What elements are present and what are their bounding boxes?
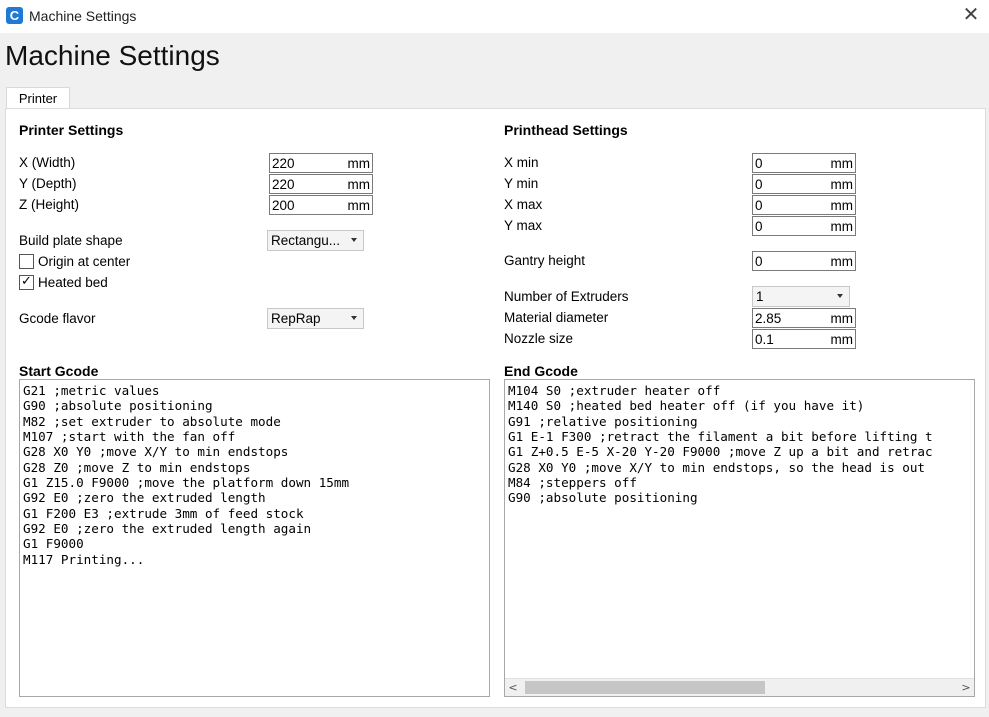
window-titlebar: C Machine Settings ✕	[0, 0, 989, 33]
z-height-field[interactable]: 200 mm	[269, 195, 373, 215]
material-diameter-unit: mm	[830, 311, 854, 326]
nozzle-size-field[interactable]: 0.1 mm	[752, 329, 856, 349]
y-min-unit: mm	[830, 177, 854, 192]
close-button[interactable]: ✕	[958, 4, 984, 28]
x-min-label: X min	[504, 155, 539, 170]
heated-bed-checkbox[interactable]: ✓	[19, 273, 34, 290]
gcode-line: M104 S0 ;extruder heater off	[508, 383, 721, 398]
gcode-line: G1 F9000	[23, 536, 84, 551]
number-of-extruders-label: Number of Extruders	[504, 289, 629, 304]
printhead-settings-title: Printhead Settings	[504, 122, 628, 138]
x-max-value: 0	[755, 198, 763, 213]
nozzle-size-value: 0.1	[755, 332, 774, 347]
gcode-line: G91 ;relative positioning	[508, 414, 698, 429]
y-depth-label: Y (Depth)	[19, 176, 77, 191]
end-gcode-title: End Gcode	[504, 363, 578, 379]
printer-settings-panel: Printer Settings X (Width) 220 mm Y (Dep…	[5, 108, 986, 708]
start-gcode-editor[interactable]: G21 ;metric values G90 ;absolute positio…	[19, 379, 490, 697]
gcode-line: M140 S0 ;heated bed heater off (if you h…	[508, 398, 865, 413]
build-plate-shape-value: Rectangu...	[271, 233, 341, 248]
y-min-label: Y min	[504, 176, 539, 191]
gcode-line: G90 ;absolute positioning	[508, 490, 698, 505]
chevron-down-icon	[351, 316, 357, 320]
x-min-unit: mm	[830, 156, 854, 171]
gcode-line: G1 F200 E3 ;extrude 3mm of feed stock	[23, 506, 304, 521]
page-title: Machine Settings	[5, 40, 220, 71]
x-width-value: 220	[272, 156, 295, 171]
gantry-height-label: Gantry height	[504, 253, 586, 268]
y-max-label: Y max	[504, 218, 543, 233]
z-height-unit: mm	[347, 198, 371, 213]
gcode-line: G90 ;absolute positioning	[23, 398, 213, 413]
number-of-extruders-select[interactable]: 1	[752, 286, 850, 307]
x-min-field[interactable]: 0 mm	[752, 153, 856, 173]
chevron-down-icon	[837, 294, 843, 298]
x-width-label: X (Width)	[19, 155, 76, 170]
gcode-line: G1 E-1 F300 ;retract the filament a bit …	[508, 429, 933, 444]
gantry-height-field[interactable]: 0 mm	[752, 251, 856, 271]
x-min-value: 0	[755, 156, 763, 171]
gantry-height-unit: mm	[830, 254, 854, 269]
z-height-value: 200	[272, 198, 295, 213]
scrollbar-thumb[interactable]	[525, 681, 765, 694]
material-diameter-value: 2.85	[755, 311, 782, 326]
y-depth-value: 220	[272, 177, 295, 192]
gcode-line: M82 ;set extruder to absolute mode	[23, 414, 281, 429]
x-max-unit: mm	[830, 198, 854, 213]
nozzle-size-unit: mm	[830, 332, 854, 347]
y-max-field[interactable]: 0 mm	[752, 216, 856, 236]
checkmark-icon: ✓	[21, 273, 32, 288]
gcode-line: G28 X0 Y0 ;move X/Y to min endstops, so …	[508, 460, 926, 475]
printer-settings-title: Printer Settings	[19, 122, 124, 138]
gcode-flavor-select[interactable]: RepRap	[267, 308, 364, 329]
number-of-extruders-value: 1	[756, 289, 764, 304]
y-max-value: 0	[755, 219, 763, 234]
origin-at-center-checkbox[interactable]	[19, 254, 34, 269]
gcode-line: M107 ;start with the fan off	[23, 429, 236, 444]
gcode-line: G92 E0 ;zero the extruded length again	[23, 521, 312, 536]
end-gcode-editor[interactable]: M104 S0 ;extruder heater off M140 S0 ;he…	[504, 379, 975, 697]
scroll-left-icon[interactable]: <	[505, 679, 521, 696]
x-width-field[interactable]: 220 mm	[269, 153, 373, 173]
build-plate-shape-select[interactable]: Rectangu...	[267, 230, 364, 251]
nozzle-size-label: Nozzle size	[504, 331, 574, 346]
window-title: Machine Settings	[29, 8, 137, 24]
scroll-right-icon[interactable]: >	[958, 679, 974, 696]
cura-logo-icon: C	[6, 7, 23, 24]
gcode-line: G28 Z0 ;move Z to min endstops	[23, 460, 251, 475]
build-plate-shape-label: Build plate shape	[19, 233, 123, 248]
chevron-down-icon	[351, 238, 357, 242]
material-diameter-field[interactable]: 2.85 mm	[752, 308, 856, 328]
gcode-line: M84 ;steppers off	[508, 475, 637, 490]
x-max-field[interactable]: 0 mm	[752, 195, 856, 215]
gcode-line: G1 Z15.0 F9000 ;move the platform down 1…	[23, 475, 350, 490]
x-max-label: X max	[504, 197, 543, 212]
heated-bed-label: Heated bed	[38, 275, 108, 290]
x-width-unit: mm	[347, 156, 371, 171]
gcode-flavor-label: Gcode flavor	[19, 311, 96, 326]
gcode-line: G21 ;metric values	[23, 383, 160, 398]
z-height-label: Z (Height)	[19, 197, 80, 212]
gcode-flavor-value: RepRap	[271, 311, 321, 326]
gantry-height-value: 0	[755, 254, 763, 269]
y-min-field[interactable]: 0 mm	[752, 174, 856, 194]
gcode-line: M117 Printing...	[23, 552, 145, 567]
material-diameter-label: Material diameter	[504, 310, 609, 325]
gcode-line: G92 E0 ;zero the extruded length	[23, 490, 266, 505]
y-depth-unit: mm	[347, 177, 371, 192]
y-min-value: 0	[755, 177, 763, 192]
gcode-line: G1 Z+0.5 E-5 X-20 Y-20 F9000 ;move Z up …	[508, 444, 933, 459]
tab-printer[interactable]: Printer	[6, 87, 70, 109]
horizontal-scrollbar[interactable]: < >	[505, 678, 974, 696]
start-gcode-title: Start Gcode	[19, 363, 99, 379]
y-depth-field[interactable]: 220 mm	[269, 174, 373, 194]
y-max-unit: mm	[830, 219, 854, 234]
origin-at-center-label: Origin at center	[38, 254, 131, 269]
gcode-line: G28 X0 Y0 ;move X/Y to min endstops	[23, 444, 289, 459]
